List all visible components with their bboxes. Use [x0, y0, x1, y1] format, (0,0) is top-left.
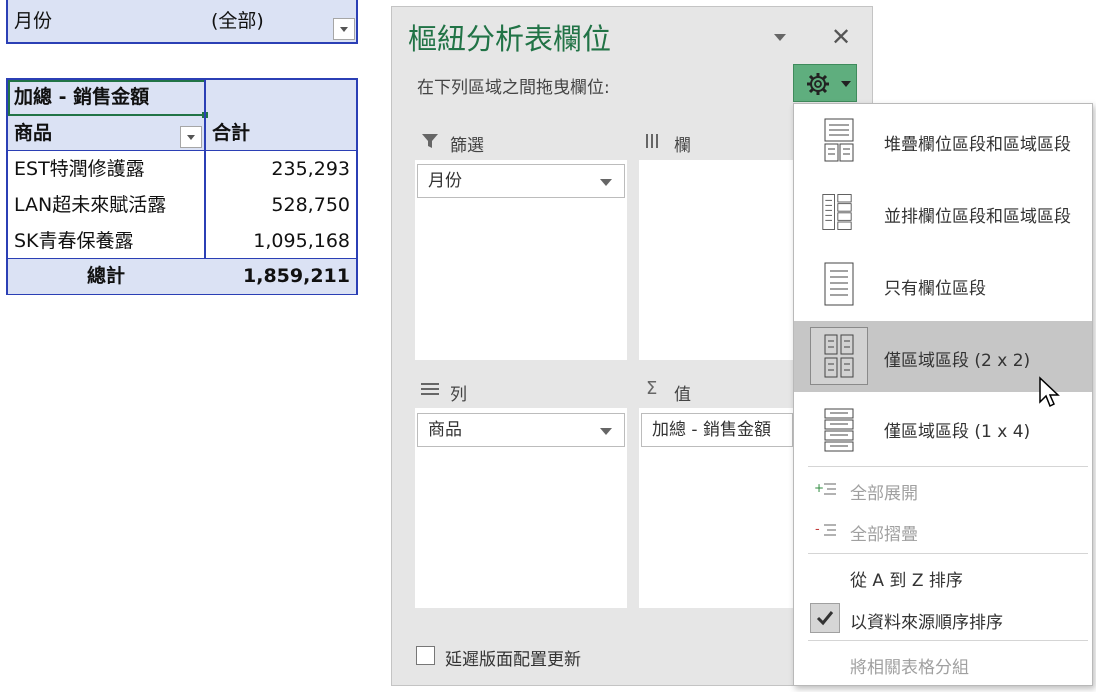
menu-item-label: 全部摺疊	[850, 525, 918, 545]
checkmark-icon	[816, 611, 834, 626]
header-divider	[8, 150, 356, 151]
total-label: 總計	[86, 265, 125, 287]
svg-text:-: -	[815, 522, 820, 537]
menu-item-label: 並排欄位區段和區域區段	[884, 207, 1071, 227]
menu-item-label: 全部展開	[850, 484, 918, 504]
report-filter-row	[6, 0, 358, 44]
areas-1x4-layout-icon	[824, 408, 854, 452]
areas-2x2-layout-icon	[824, 334, 854, 378]
values-field-chip[interactable]: 加總 - 銷售金額	[641, 413, 793, 447]
row-label: SK青春保養露	[14, 230, 134, 252]
menu-item-label: 以資料來源順序排序	[850, 613, 1003, 633]
filter-dropdown-button[interactable]	[333, 18, 355, 40]
menu-item-label: 僅區域區段 (2 x 2)	[884, 351, 1031, 371]
sigma-icon: Σ	[646, 378, 658, 399]
filter-value: (全部)	[211, 10, 264, 32]
filter-field-chip[interactable]: 月份	[417, 164, 625, 198]
chevron-down-icon[interactable]	[600, 428, 612, 435]
values-header-band	[639, 372, 795, 408]
menu-item-expand-all[interactable]: + 全部展開	[794, 469, 1092, 509]
rows-title: 列	[450, 385, 467, 405]
stacked-layout-icon	[824, 118, 854, 162]
expand-all-icon: +	[814, 481, 836, 495]
values-field-label: 加總 - 銷售金額	[652, 420, 771, 440]
row-label: EST特潤修護露	[14, 158, 145, 180]
filters-title: 篩選	[450, 136, 484, 156]
menu-separator	[808, 640, 1088, 641]
menu-item-label: 僅區域區段 (1 x 4)	[884, 422, 1031, 442]
pane-title: 樞紐分析表欄位	[408, 22, 612, 56]
columns-icon	[646, 134, 658, 148]
pane-options-dropdown-icon[interactable]	[774, 34, 786, 41]
values-header: 加總 - 銷售金額	[14, 86, 150, 108]
svg-text:+: +	[814, 481, 824, 495]
menu-item-label: 從 A 到 Z 排序	[850, 571, 963, 591]
menu-separator	[808, 553, 1088, 554]
columns-header-band	[639, 126, 795, 160]
rows-field-label: 商品	[428, 420, 462, 440]
defer-update-checkbox[interactable]	[416, 646, 435, 665]
row-value: 528,750	[271, 194, 350, 216]
layout-gear-button[interactable]	[793, 64, 857, 102]
gear-chevron-icon	[841, 81, 851, 87]
menu-item-label: 只有欄位區段	[884, 279, 986, 299]
mouse-cursor-icon	[1039, 376, 1060, 408]
chevron-down-icon[interactable]	[600, 179, 612, 186]
defer-update-label: 延遲版面配置更新	[445, 650, 581, 670]
columns-title: 欄	[674, 136, 691, 156]
menu-item-label: 將相關表格分組	[850, 658, 969, 678]
fields-only-layout-icon	[824, 262, 854, 306]
collapse-all-icon: -	[815, 522, 836, 537]
menu-item-stacked-layout[interactable]: 堆疊欄位區段和區域區段	[794, 104, 1092, 176]
filter-label: 月份	[14, 10, 53, 32]
total-value: 1,859,211	[243, 265, 350, 287]
menu-item-fields-only-layout[interactable]: 只有欄位區段	[794, 248, 1092, 320]
filters-header-band	[415, 126, 627, 160]
filter-field-label: 月份	[428, 171, 462, 191]
close-icon[interactable]: ✕	[828, 24, 854, 50]
rows-icon	[421, 383, 439, 395]
menu-item-sort-data-source-order[interactable]: 以資料來源順序排序	[794, 598, 1092, 638]
rows-field-chip[interactable]: 商品	[417, 413, 625, 447]
columns-area[interactable]	[639, 126, 795, 360]
menu-item-sort-a-to-z[interactable]: 從 A 到 Z 排序	[794, 556, 1092, 596]
menu-item-collapse-all[interactable]: - 全部摺疊	[794, 510, 1092, 550]
row-filter-button[interactable]	[180, 126, 202, 148]
side-by-side-layout-icon	[822, 194, 852, 230]
menu-item-group-related-tables[interactable]: 將相關表格分組	[794, 643, 1092, 683]
menu-separator	[808, 466, 1088, 467]
check-frame	[810, 603, 840, 633]
row-label: LAN超未來賦活露	[14, 194, 167, 216]
row-header: 商品	[14, 122, 53, 144]
values-title: 值	[674, 385, 691, 405]
menu-item-side-by-side-layout[interactable]: 並排欄位區段和區域區段	[794, 176, 1092, 248]
gear-icon	[807, 73, 829, 95]
column-header: 合計	[212, 122, 251, 144]
filters-area[interactable]	[415, 126, 627, 360]
filter-icon	[422, 134, 438, 148]
row-value: 1,095,168	[253, 230, 350, 252]
row-value: 235,293	[271, 158, 350, 180]
menu-item-label: 堆疊欄位區段和區域區段	[884, 135, 1071, 155]
drag-hint: 在下列區域之間拖曳欄位:	[417, 78, 610, 98]
rows-header-band	[415, 372, 627, 408]
